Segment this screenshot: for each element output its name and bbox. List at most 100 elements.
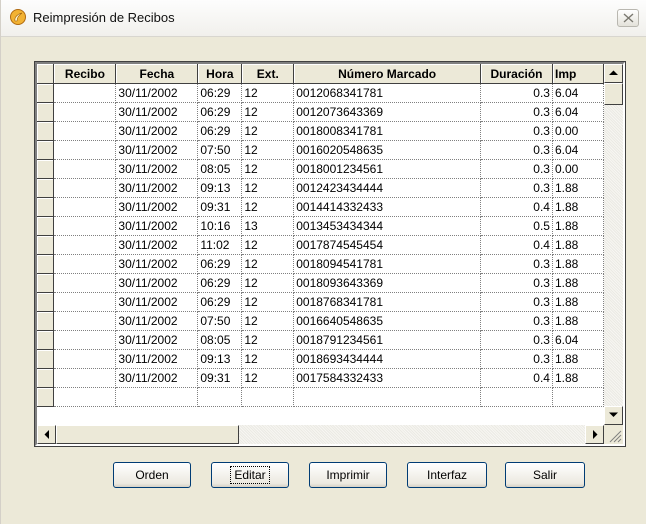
row-indicator[interactable] bbox=[37, 197, 55, 217]
cell-recibo[interactable] bbox=[53, 159, 117, 179]
interfaz-button[interactable]: Interfaz bbox=[407, 462, 487, 488]
cell-duracion[interactable]: 0.5 bbox=[480, 216, 553, 236]
cell-duracion[interactable] bbox=[480, 387, 553, 407]
table-row[interactable]: 30/11/2002 08:05 12 0018001234561 0.3 0.00 bbox=[37, 159, 604, 179]
cell-importe[interactable]: 1.88 bbox=[552, 254, 604, 274]
cell-fecha[interactable]: 30/11/2002 bbox=[115, 197, 199, 217]
close-button[interactable] bbox=[617, 9, 639, 27]
scroll-right-button[interactable] bbox=[585, 425, 604, 444]
cell-fecha[interactable]: 30/11/2002 bbox=[115, 235, 199, 255]
cell-duracion[interactable]: 0.3 bbox=[480, 83, 553, 103]
cell-ext[interactable]: 12 bbox=[241, 197, 295, 217]
cell-importe[interactable]: 1.88 bbox=[552, 349, 604, 369]
cell-ext[interactable]: 12 bbox=[241, 140, 295, 160]
cell-duracion[interactable]: 0.3 bbox=[480, 159, 553, 179]
cell-numero-marcado[interactable]: 0012423434444 bbox=[293, 178, 482, 198]
cell-numero-marcado[interactable]: 0016640548635 bbox=[293, 311, 482, 331]
cell-hora[interactable]: 06:29 bbox=[197, 102, 243, 122]
cell-hora[interactable]: 06:29 bbox=[197, 254, 243, 274]
cell-ext[interactable]: 12 bbox=[241, 178, 295, 198]
cell-numero-marcado[interactable]: 0017584332433 bbox=[293, 368, 482, 388]
vertical-scroll-thumb[interactable] bbox=[604, 83, 623, 105]
cell-importe[interactable] bbox=[552, 387, 604, 407]
cell-recibo[interactable] bbox=[53, 178, 117, 198]
receipts-grid[interactable]: Recibo Fecha Hora Ext. Número Marcado Du… bbox=[34, 61, 626, 447]
cell-numero-marcado[interactable]: 0017874545454 bbox=[293, 235, 482, 255]
table-row[interactable]: 30/11/2002 06:29 12 0018093643369 0.3 1.88 bbox=[37, 273, 604, 293]
cell-hora[interactable]: 06:29 bbox=[197, 83, 243, 103]
vertical-scrollbar[interactable] bbox=[604, 64, 623, 425]
row-indicator[interactable] bbox=[37, 159, 55, 179]
cell-duracion[interactable]: 0.3 bbox=[480, 330, 553, 350]
cell-importe[interactable]: 1.88 bbox=[552, 311, 604, 331]
editar-button[interactable]: Editar bbox=[211, 462, 289, 488]
cell-ext[interactable]: 12 bbox=[241, 368, 295, 388]
cell-importe[interactable]: 1.88 bbox=[552, 273, 604, 293]
cell-hora[interactable]: 09:31 bbox=[197, 368, 243, 388]
cell-duracion[interactable]: 0.3 bbox=[480, 102, 553, 122]
row-indicator[interactable] bbox=[37, 216, 55, 236]
table-row[interactable]: 30/11/2002 09:13 12 0012423434444 0.3 1.88 bbox=[37, 178, 604, 198]
cell-importe[interactable]: 1.88 bbox=[552, 368, 604, 388]
row-indicator[interactable] bbox=[37, 273, 55, 293]
cell-importe[interactable]: 1.88 bbox=[552, 292, 604, 312]
cell-hora[interactable]: 09:13 bbox=[197, 349, 243, 369]
cell-ext[interactable]: 12 bbox=[241, 254, 295, 274]
cell-hora[interactable]: 09:13 bbox=[197, 178, 243, 198]
table-row[interactable]: 30/11/2002 11:02 12 0017874545454 0.4 1.88 bbox=[37, 235, 604, 255]
cell-duracion[interactable]: 0.4 bbox=[480, 368, 553, 388]
cell-numero-marcado[interactable]: 0018008341781 bbox=[293, 121, 482, 141]
cell-hora[interactable]: 08:05 bbox=[197, 330, 243, 350]
cell-hora[interactable]: 10:16 bbox=[197, 216, 243, 236]
cell-duracion[interactable]: 0.3 bbox=[480, 178, 553, 198]
cell-ext[interactable]: 13 bbox=[241, 216, 295, 236]
title-bar[interactable]: Reimpresión de Recibos bbox=[1, 0, 646, 37]
cell-duracion[interactable]: 0.3 bbox=[480, 349, 553, 369]
cell-importe[interactable]: 1.88 bbox=[552, 216, 604, 236]
column-header-hora[interactable]: Hora bbox=[197, 64, 243, 84]
table-row[interactable]: 30/11/2002 06:29 12 0012068341781 0.3 6.04 bbox=[37, 83, 604, 103]
table-row[interactable]: 30/11/2002 06:29 12 0012073643369 0.3 6.04 bbox=[37, 102, 604, 122]
column-header-duracion[interactable]: Duración bbox=[480, 64, 553, 84]
cell-recibo[interactable] bbox=[53, 311, 117, 331]
cell-importe[interactable]: 1.88 bbox=[552, 197, 604, 217]
cell-numero-marcado[interactable]: 0018768341781 bbox=[293, 292, 482, 312]
table-row[interactable]: 30/11/2002 09:31 12 0017584332433 0.4 1.88 bbox=[37, 368, 604, 388]
cell-ext[interactable]: 12 bbox=[241, 273, 295, 293]
cell-duracion[interactable]: 0.3 bbox=[480, 311, 553, 331]
cell-fecha[interactable] bbox=[115, 387, 199, 407]
cell-ext[interactable]: 12 bbox=[241, 311, 295, 331]
cell-fecha[interactable]: 30/11/2002 bbox=[115, 273, 199, 293]
cell-fecha[interactable]: 30/11/2002 bbox=[115, 140, 199, 160]
cell-duracion[interactable]: 0.3 bbox=[480, 121, 553, 141]
cell-fecha[interactable]: 30/11/2002 bbox=[115, 83, 199, 103]
cell-fecha[interactable]: 30/11/2002 bbox=[115, 121, 199, 141]
cell-ext[interactable]: 12 bbox=[241, 121, 295, 141]
cell-recibo[interactable] bbox=[53, 140, 117, 160]
cell-numero-marcado[interactable] bbox=[293, 387, 482, 407]
cell-ext[interactable]: 12 bbox=[241, 102, 295, 122]
cell-ext[interactable]: 12 bbox=[241, 159, 295, 179]
cell-importe[interactable]: 0.00 bbox=[552, 121, 604, 141]
cell-importe[interactable]: 6.04 bbox=[552, 330, 604, 350]
table-row[interactable]: 30/11/2002 07:50 12 0016640548635 0.3 1.88 bbox=[37, 311, 604, 331]
cell-hora[interactable] bbox=[197, 387, 243, 407]
cell-fecha[interactable]: 30/11/2002 bbox=[115, 159, 199, 179]
cell-fecha[interactable]: 30/11/2002 bbox=[115, 178, 199, 198]
cell-importe[interactable]: 6.04 bbox=[552, 83, 604, 103]
cell-ext[interactable]: 12 bbox=[241, 349, 295, 369]
row-indicator[interactable] bbox=[37, 311, 55, 331]
cell-hora[interactable]: 07:50 bbox=[197, 311, 243, 331]
cell-recibo[interactable] bbox=[53, 368, 117, 388]
cell-fecha[interactable]: 30/11/2002 bbox=[115, 368, 199, 388]
cell-numero-marcado[interactable]: 0012073643369 bbox=[293, 102, 482, 122]
cell-numero-marcado[interactable]: 0018791234561 bbox=[293, 330, 482, 350]
row-indicator[interactable] bbox=[37, 178, 55, 198]
cell-numero-marcado[interactable]: 0018001234561 bbox=[293, 159, 482, 179]
cell-hora[interactable]: 07:50 bbox=[197, 140, 243, 160]
cell-recibo[interactable] bbox=[53, 254, 117, 274]
cell-recibo[interactable] bbox=[53, 349, 117, 369]
cell-hora[interactable]: 06:29 bbox=[197, 273, 243, 293]
table-row[interactable]: 30/11/2002 10:16 13 0013453434344 0.5 1.88 bbox=[37, 216, 604, 236]
table-row[interactable]: 30/11/2002 06:29 12 0018008341781 0.3 0.00 bbox=[37, 121, 604, 141]
